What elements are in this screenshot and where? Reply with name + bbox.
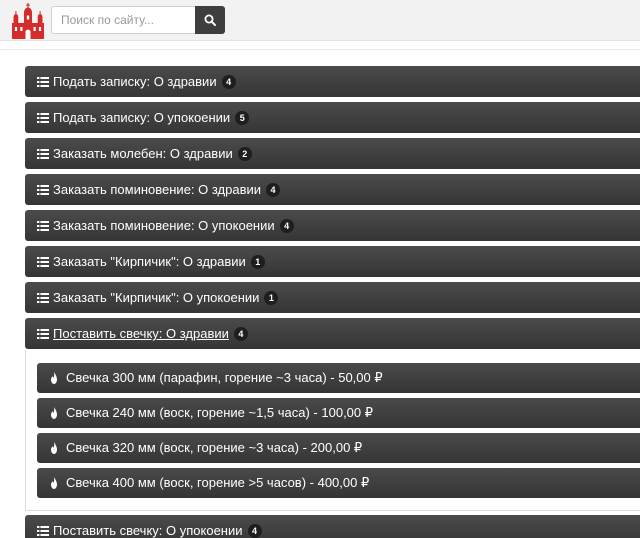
section-label: Подать записку: О здравии [53,74,217,89]
count-badge: 4 [233,326,248,341]
candle-item[interactable]: Свечка 400 мм (воск, горение >5 часов) -… [37,468,640,498]
section-svechka-zdravie[interactable]: Поставить свечку: О здравии 4 [25,318,640,349]
section-kirpichik-zdravie[interactable]: Заказать "Кирпичик": О здравии 1 [25,246,640,277]
candle-label: Свечка 300 мм (парафин, горение ~3 часа)… [66,370,383,385]
list-icon [37,112,49,123]
search-input[interactable] [51,6,195,34]
list-icon [37,292,49,303]
candle-label: Свечка 400 мм (воск, горение >5 часов) -… [66,475,370,490]
candle-item[interactable]: Свечка 240 мм (воск, горение ~1,5 часа) … [37,398,640,428]
count-badge: 4 [279,218,294,233]
list-icon [37,525,49,536]
section-label: Заказать поминовение: О упокоении [53,218,275,233]
section-label: Заказать "Кирпичик": О здравии [53,254,246,269]
list-icon [37,328,49,339]
search-button[interactable] [195,6,225,34]
section-pominovenie-zdravie[interactable]: Заказать поминовение: О здравии 4 [25,174,640,205]
section-pominovenie-upokoenie[interactable]: Заказать поминовение: О упокоении 4 [25,210,640,241]
list-icon [37,256,49,267]
section-svechka-upokoenie[interactable]: Поставить свечку: О упокоении 4 [25,515,640,538]
search-form [51,6,225,34]
list-icon [37,148,49,159]
list-icon [37,184,49,195]
list-icon [37,220,49,231]
candle-label: Свечка 240 мм (воск, горение ~1,5 часа) … [66,405,374,420]
section-label: Заказать поминовение: О здравии [53,182,262,197]
section-label: Поставить свечку: О здравии [53,326,229,341]
header-bar [0,0,640,41]
count-badge: 2 [237,146,252,161]
count-badge: 4 [266,182,281,197]
section-moleben-zdravie[interactable]: Заказать молебен: О здравии 2 [25,138,640,169]
candle-icon [51,442,57,454]
search-icon [204,14,216,26]
section-kirpichik-upokoenie[interactable]: Заказать "Кирпичик": О упокоении 1 [25,282,640,313]
section-label: Подать записку: О упокоении [53,110,231,125]
candle-label: Свечка 320 мм (воск, горение ~3 часа) - … [66,440,363,455]
count-badge: 1 [250,254,265,269]
list-icon [37,76,49,87]
candle-item[interactable]: Свечка 300 мм (парафин, горение ~3 часа)… [37,363,640,393]
count-badge: 4 [221,74,236,89]
section-label: Поставить свечку: О упокоении [53,523,243,538]
church-logo-icon[interactable] [11,3,45,39]
section-zapiska-zdravie[interactable]: Подать записку: О здравии 4 [25,66,640,97]
count-badge: 4 [247,523,262,538]
candle-item[interactable]: Свечка 320 мм (воск, горение ~3 часа) - … [37,433,640,463]
candle-icon [51,407,57,419]
candle-icon [51,477,57,489]
content-divider [0,49,640,50]
candle-icon [51,372,57,384]
section-label: Заказать молебен: О здравии [53,146,233,161]
count-badge: 1 [264,290,279,305]
section-label: Заказать "Кирпичик": О упокоении [53,290,260,305]
section-zapiska-upokoenie[interactable]: Подать записку: О упокоении 5 [25,102,640,133]
count-badge: 5 [235,110,250,125]
